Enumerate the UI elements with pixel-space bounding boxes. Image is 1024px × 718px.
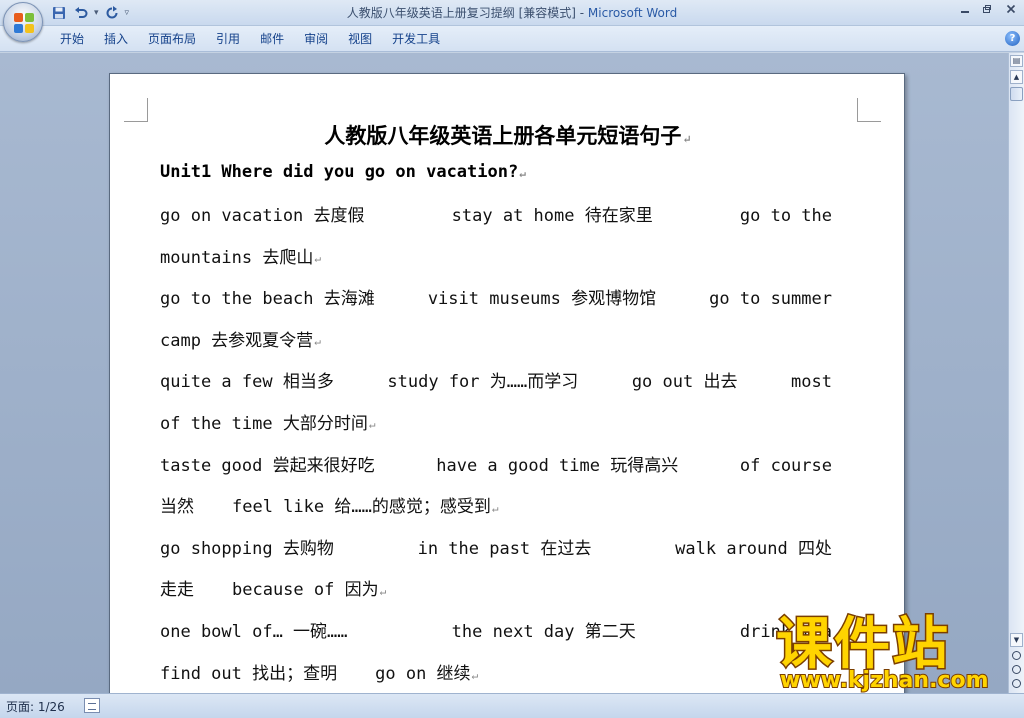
- page-count-status[interactable]: 页面: 1/26: [6, 698, 65, 715]
- redo-button[interactable]: [103, 4, 121, 22]
- app-name: Microsoft Word: [587, 6, 678, 20]
- restore-button[interactable]: [976, 0, 998, 18]
- tab-home[interactable]: 开始: [50, 26, 94, 52]
- close-button[interactable]: [998, 0, 1024, 18]
- status-bar: 页面: 1/26: [0, 693, 1024, 718]
- save-button[interactable]: [50, 4, 68, 22]
- document-workspace: 人教版八年级英语上册各单元短语句子↵ Unit1 Where did you g…: [0, 53, 1008, 693]
- tab-insert[interactable]: 插入: [94, 26, 138, 52]
- text-line: 走走 because of 因为↵: [160, 580, 387, 601]
- watermark-logo: 课件站 www.kjzhan.com: [772, 612, 1012, 694]
- text-line: go to the beach 去海滩 visit museums 参观博物馆 go…: [160, 289, 832, 310]
- tab-references[interactable]: 引用: [206, 26, 250, 52]
- proofing-status-icon[interactable]: [84, 698, 100, 713]
- text-line: one bowl of… 一碗…… the next day 第二天 drink t…: [160, 621, 832, 642]
- restore-icon: [983, 5, 991, 13]
- title-bar: 人教版八年级英语上册复习提纲 [兼容模式] - Microsoft Word ▾…: [0, 0, 1024, 26]
- save-icon: [53, 7, 65, 19]
- next-page-icon[interactable]: [1012, 679, 1021, 688]
- margin-corner-top-left: [124, 98, 148, 122]
- text-line: mountains 去爬山 ↵: [160, 247, 321, 268]
- scroll-thumb[interactable]: [1010, 87, 1023, 101]
- watermark-title: 课件站: [775, 612, 950, 677]
- view-ruler-button[interactable]: ▤: [1010, 55, 1023, 67]
- tab-mailings[interactable]: 邮件: [250, 26, 294, 52]
- text-line: find out 找出；查明 go on 继续↵: [160, 663, 479, 684]
- watermark-url: www.kjzhan.com: [779, 667, 990, 694]
- document-name: 人教版八年级英语上册复习提纲 [兼容模式] -: [346, 6, 588, 20]
- undo-button[interactable]: [72, 4, 90, 22]
- quick-access-toolbar: ▾ ▿: [50, 3, 129, 23]
- window-title: 人教版八年级英语上册复习提纲 [兼容模式] - Microsoft Word: [0, 0, 1024, 26]
- vertical-scrollbar[interactable]: ▤ ▲ ▼: [1008, 53, 1024, 693]
- text-line: quite a few 相当多 study for 为……而学习 go out 出去…: [160, 372, 832, 393]
- ribbon: 开始 插入 页面布局 引用 邮件 审阅 视图 开发工具 ?: [0, 26, 1024, 52]
- text-line: go shopping 去购物 in the past 在过去 walk aroun…: [160, 538, 832, 559]
- window-controls: [954, 0, 1024, 20]
- customize-toolbar-icon[interactable]: ▿: [125, 8, 130, 18]
- unit-heading: Unit1 Where did you go on vacation?↵: [160, 162, 526, 182]
- ribbon-tabs: 开始 插入 页面布局 引用 邮件 审阅 视图 开发工具: [50, 26, 450, 52]
- undo-icon: [75, 7, 88, 18]
- office-button[interactable]: [3, 2, 43, 42]
- help-icon[interactable]: ?: [1005, 31, 1020, 46]
- minimize-icon: [961, 11, 969, 13]
- text-line: of the time 大部分时间 ↵: [160, 413, 376, 434]
- text-line: camp 去参观夏令营 ↵: [160, 330, 321, 351]
- document-page[interactable]: 人教版八年级英语上册各单元短语句子↵ Unit1 Where did you g…: [109, 73, 905, 693]
- redo-icon: [106, 6, 118, 19]
- text-line: taste good 尝起来很好吃 have a good time 玩得高兴 of…: [160, 455, 832, 476]
- document-heading: 人教版八年级英语上册各单元短语句子↵: [324, 123, 692, 148]
- undo-dropdown-icon[interactable]: ▾: [94, 8, 99, 18]
- scroll-up-button[interactable]: ▲: [1010, 70, 1023, 84]
- select-browse-object-icon[interactable]: [1012, 665, 1021, 674]
- tab-view[interactable]: 视图: [338, 26, 382, 52]
- tab-page-layout[interactable]: 页面布局: [138, 26, 206, 52]
- close-icon: [1006, 4, 1016, 14]
- phrase-lines: go on vacation 去度假 stay at home 待在家里 go to…: [160, 196, 832, 693]
- minimize-button[interactable]: [954, 0, 976, 18]
- office-logo-icon: [14, 13, 34, 33]
- tab-review[interactable]: 审阅: [294, 26, 338, 52]
- tab-developer[interactable]: 开发工具: [382, 26, 450, 52]
- previous-page-icon[interactable]: [1012, 651, 1021, 660]
- text-line: 当然 feel like 给……的感觉；感受到↵: [160, 497, 499, 518]
- text-line: go on vacation 去度假 stay at home 待在家里 go to…: [160, 206, 832, 226]
- margin-corner-top-right: [857, 98, 881, 122]
